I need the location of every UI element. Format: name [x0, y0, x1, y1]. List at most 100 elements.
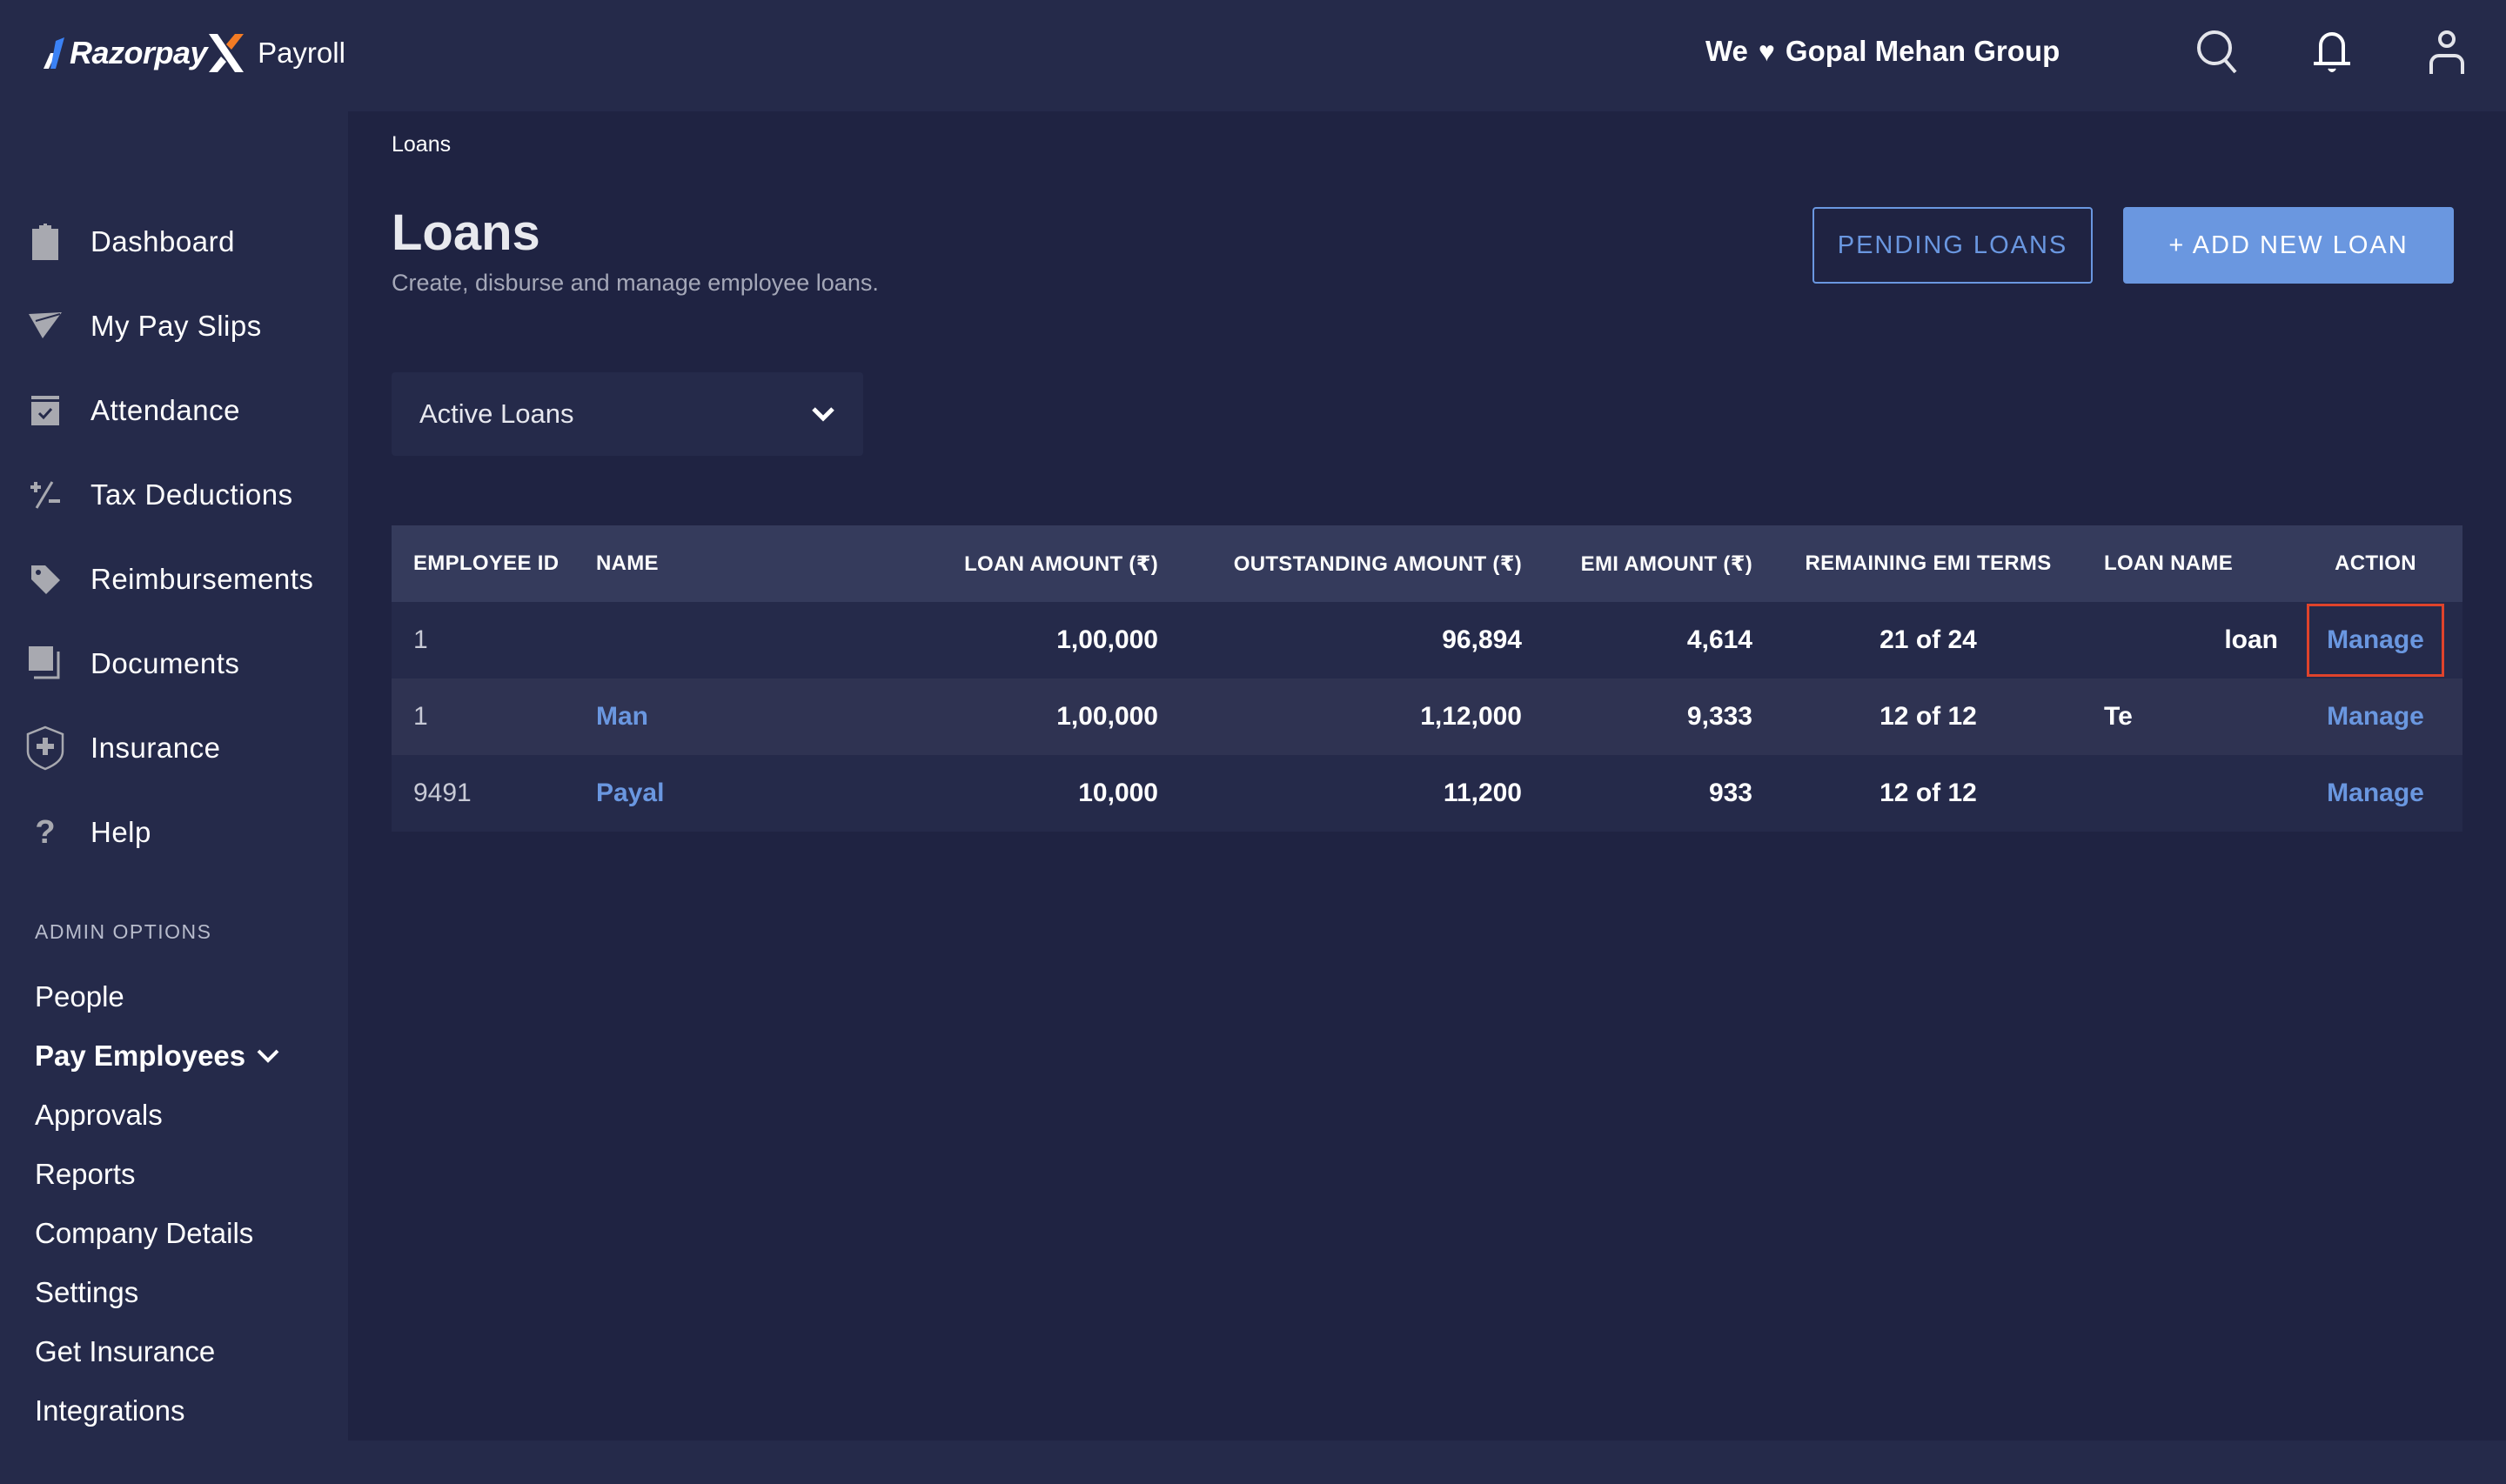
- admin-item-label: Settings: [35, 1276, 139, 1308]
- sidebar-item-my-pay-slips[interactable]: My Pay Slips: [26, 300, 262, 352]
- razorpayx-payroll-logo[interactable]: Razorpay Payroll: [44, 31, 345, 75]
- chevron-down-icon: [812, 407, 834, 422]
- manage-link[interactable]: Manage: [2327, 702, 2424, 731]
- admin-item-people[interactable]: People: [35, 980, 124, 1013]
- outstanding-amount-cell: 1,12,000: [1420, 702, 1522, 731]
- sidebar-item-label: Attendance: [90, 394, 240, 426]
- header-emi-amount[interactable]: EMI AMOUNT (₹): [1532, 551, 1763, 577]
- table-body: 1 1,00,000 96,894 4,614 21 of 24 loan Ma…: [392, 602, 2462, 832]
- user-icon: [2429, 30, 2464, 74]
- chevron-down-icon: [257, 1049, 279, 1063]
- heart-icon: ♥: [1758, 35, 1775, 67]
- table-row: 9491 Payal 10,000 11,200 933 12 of 12 Ma…: [392, 755, 2462, 832]
- sidebar-item-label: Insurance: [90, 732, 221, 764]
- action-cell: Manage: [2288, 779, 2462, 808]
- header-remaining-emi-terms[interactable]: REMAINING EMI TERMS: [1763, 551, 2094, 576]
- table-row: 1 Man 1,00,000 1,12,000 9,333 12 of 12 T…: [392, 678, 2462, 755]
- employee-name-link[interactable]: Man: [586, 702, 751, 732]
- loan-amount-cell: 10,000: [1078, 779, 1158, 807]
- loan-status-value: Active Loans: [419, 398, 574, 429]
- paper-plane-icon: [26, 307, 64, 345]
- admin-item-label: Reports: [35, 1158, 136, 1190]
- admin-item-label: Approvals: [35, 1099, 163, 1131]
- emi-amount-cell: 9,333: [1686, 702, 1752, 731]
- admin-item-company-details[interactable]: Company Details: [35, 1217, 253, 1250]
- admin-item-approvals[interactable]: Approvals: [35, 1099, 163, 1132]
- loan-amount-cell: 1,00,000: [1056, 625, 1158, 654]
- sidebar-item-attendance[interactable]: Attendance: [26, 384, 240, 437]
- loans-table: EMPLOYEE ID NAME LOAN AMOUNT (₹) OUTSTAN…: [392, 525, 2462, 832]
- employee-id-cell: 1: [413, 625, 428, 654]
- company-name: We ♥ Gopal Mehan Group: [1705, 35, 2060, 68]
- breadcrumb[interactable]: Loans: [392, 132, 451, 157]
- admin-item-label: Integrations: [35, 1394, 185, 1427]
- manage-link[interactable]: Manage: [2327, 779, 2424, 807]
- sidebar-item-help[interactable]: ? Help: [26, 806, 151, 859]
- employee-name-link[interactable]: Payal: [586, 779, 751, 808]
- notifications-button[interactable]: [2306, 26, 2358, 78]
- employee-id-cell: 9491: [413, 779, 472, 807]
- sidebar: Dashboard My Pay Slips Attendance Tax De…: [0, 111, 348, 1484]
- admin-item-label: Company Details: [35, 1217, 254, 1249]
- logo-brand: Razorpay: [70, 35, 208, 70]
- top-bar: Razorpay Payroll We ♥ Gopal Mehan Group: [0, 0, 2506, 111]
- admin-item-integrations[interactable]: Integrations: [35, 1394, 184, 1427]
- admin-item-label: People: [35, 980, 124, 1013]
- razorpay-mark-icon: [44, 37, 64, 69]
- header-name[interactable]: NAME: [586, 551, 751, 576]
- profile-button[interactable]: [2421, 26, 2473, 78]
- header-loan-amount[interactable]: LOAN AMOUNT (₹): [751, 551, 1169, 577]
- manage-link[interactable]: Manage: [2307, 604, 2444, 677]
- employee-id-cell: 1: [413, 702, 428, 731]
- sidebar-item-documents[interactable]: Documents: [26, 638, 239, 690]
- sidebar-item-label: Dashboard: [90, 225, 235, 257]
- sidebar-item-reimbursements[interactable]: Reimbursements: [26, 553, 313, 605]
- search-button[interactable]: [2191, 26, 2243, 78]
- header-employee-id[interactable]: EMPLOYEE ID: [392, 551, 586, 576]
- admin-item-get-insurance[interactable]: Get Insurance: [35, 1335, 215, 1368]
- admin-item-settings[interactable]: Settings: [35, 1276, 138, 1309]
- outstanding-amount-cell: 11,200: [1443, 779, 1522, 807]
- sidebar-item-label: Tax Deductions: [90, 478, 293, 511]
- sidebar-item-label: Documents: [90, 647, 240, 679]
- header-loan-name[interactable]: LOAN NAME: [2094, 551, 2288, 576]
- action-cell: Manage: [2288, 604, 2462, 677]
- page-subtitle: Create, disburse and manage employee loa…: [392, 270, 879, 296]
- add-new-loan-button[interactable]: + ADD NEW LOAN: [2123, 207, 2454, 284]
- loan-amount-cell: 1,00,000: [1056, 702, 1158, 731]
- outstanding-amount-cell: 96,894: [1442, 625, 1522, 654]
- tag-icon: [26, 560, 64, 598]
- emi-amount-cell: 4,614: [1686, 625, 1752, 654]
- bell-icon: [2314, 32, 2350, 72]
- remaining-terms-cell: 12 of 12: [1880, 702, 1977, 731]
- admin-item-reports[interactable]: Reports: [35, 1158, 136, 1191]
- pending-loans-button[interactable]: PENDING LOANS: [1812, 207, 2093, 284]
- table-row: 1 1,00,000 96,894 4,614 21 of 24 loan Ma…: [392, 602, 2462, 678]
- table-header-row: EMPLOYEE ID NAME LOAN AMOUNT (₹) OUTSTAN…: [392, 525, 2462, 602]
- greeting-prefix: We: [1705, 35, 1748, 67]
- sidebar-item-label: Help: [90, 816, 151, 848]
- admin-item-label: Pay Employees: [35, 1039, 246, 1072]
- sidebar-item-label: Reimbursements: [90, 563, 314, 595]
- remaining-terms-cell: 21 of 24: [1880, 625, 1977, 654]
- sidebar-item-dashboard[interactable]: Dashboard: [26, 216, 235, 268]
- loan-name-cell: loan: [2224, 625, 2278, 654]
- page-title: Loans: [392, 204, 540, 261]
- main-content: Loans Loans Create, disburse and manage …: [348, 111, 2506, 1441]
- loan-status-select[interactable]: Active Loans: [392, 372, 863, 456]
- remaining-terms-cell: 12 of 12: [1880, 779, 1977, 807]
- admin-item-pay-employees[interactable]: Pay Employees: [35, 1039, 280, 1073]
- admin-options-heading: ADMIN OPTIONS: [35, 920, 212, 943]
- logo-product: Payroll: [258, 37, 345, 69]
- header-action: ACTION: [2335, 551, 2416, 575]
- calendar-check-icon: [26, 391, 64, 430]
- search-icon: [2197, 30, 2237, 74]
- action-cell: Manage: [2288, 702, 2462, 732]
- clipboard-icon: [26, 223, 64, 261]
- sidebar-item-tax-deductions[interactable]: Tax Deductions: [26, 469, 293, 521]
- plus-minus-icon: [26, 476, 64, 514]
- header-outstanding-amount[interactable]: OUTSTANDING AMOUNT (₹): [1169, 551, 1532, 577]
- sidebar-item-insurance[interactable]: Insurance: [26, 722, 220, 774]
- company-label: Gopal Mehan Group: [1785, 35, 2060, 67]
- emi-amount-cell: 933: [1708, 779, 1752, 807]
